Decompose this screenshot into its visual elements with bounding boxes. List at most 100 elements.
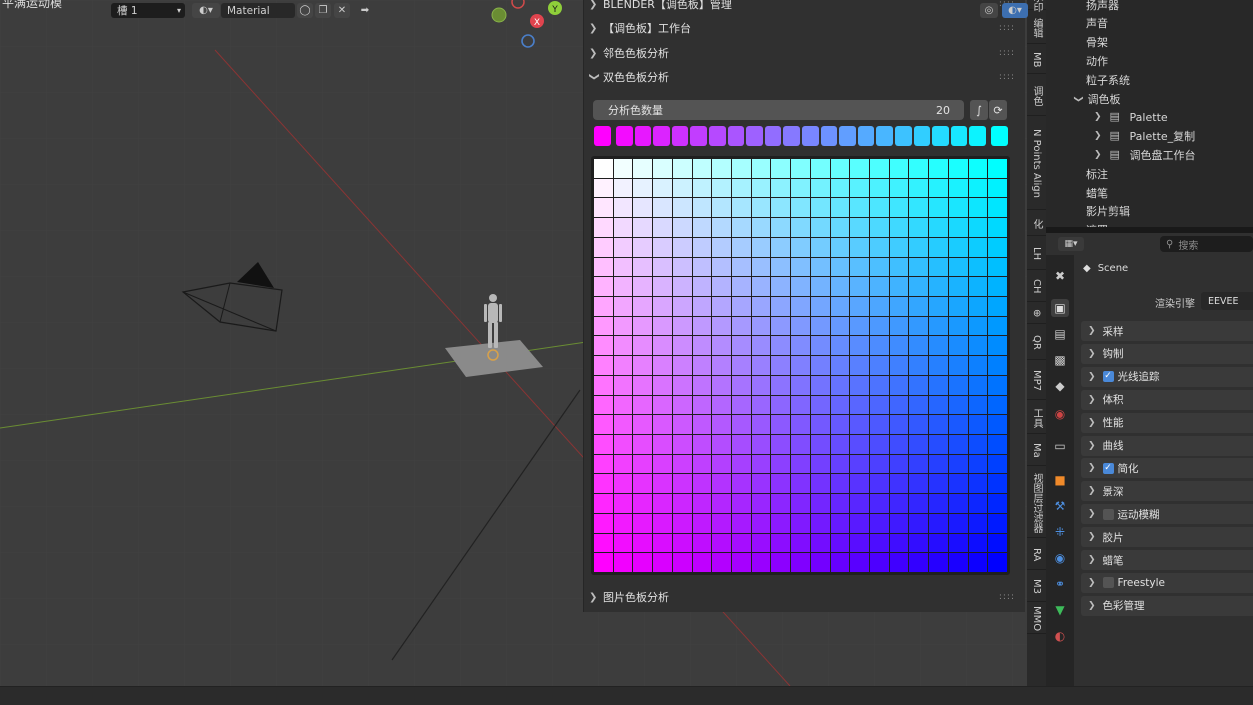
color-cell[interactable]: [791, 513, 810, 533]
gradient-swatch[interactable]: [801, 126, 819, 146]
color-cell[interactable]: [909, 454, 929, 474]
outliner-item[interactable]: 标注: [1086, 164, 1108, 183]
tool-icon[interactable]: ✖: [1051, 267, 1069, 285]
color-cell[interactable]: [968, 316, 988, 336]
color-cell[interactable]: [909, 316, 929, 336]
color-cell[interactable]: [948, 198, 968, 218]
color-cell[interactable]: [889, 178, 909, 198]
color-cell[interactable]: [889, 434, 909, 454]
color-cell[interactable]: [712, 454, 731, 474]
data-icon[interactable]: ▼: [1051, 601, 1069, 619]
color-cell[interactable]: [968, 237, 988, 257]
sidebar-tab[interactable]: 视图层过滤器: [1027, 468, 1046, 538]
color-cell[interactable]: [850, 178, 869, 198]
color-cell[interactable]: [653, 159, 672, 178]
color-cell[interactable]: [810, 356, 830, 375]
color-cell[interactable]: [909, 178, 929, 198]
color-cell[interactable]: [692, 237, 712, 257]
color-cell[interactable]: [988, 553, 1007, 572]
color-cell[interactable]: [731, 218, 751, 237]
sidebar-tab[interactable]: QR: [1027, 326, 1046, 360]
color-cell[interactable]: [731, 454, 751, 474]
color-cell[interactable]: [889, 198, 909, 218]
color-cell[interactable]: [633, 159, 653, 178]
color-cell[interactable]: [692, 553, 712, 572]
color-cell[interactable]: [968, 257, 988, 277]
color-cell[interactable]: [929, 159, 948, 178]
color-cell[interactable]: [929, 513, 948, 533]
color-cell[interactable]: [771, 237, 791, 257]
color-cell[interactable]: [850, 434, 869, 454]
color-cell[interactable]: [712, 494, 731, 513]
color-cell[interactable]: [810, 415, 830, 434]
color-cell[interactable]: [613, 434, 633, 454]
color-cell[interactable]: [988, 277, 1007, 296]
color-cell[interactable]: [988, 474, 1007, 494]
color-cell[interactable]: [731, 296, 751, 316]
color-cell[interactable]: [771, 277, 791, 296]
color-cell[interactable]: [988, 513, 1007, 533]
color-cell[interactable]: [909, 296, 929, 316]
color-cell[interactable]: [948, 494, 968, 513]
color-cell[interactable]: [948, 237, 968, 257]
color-cell[interactable]: [909, 218, 929, 237]
panel-image-palette[interactable]: ❯ 图片色板分析 ::::: [583, 586, 1025, 608]
color-cell[interactable]: [968, 494, 988, 513]
color-cell[interactable]: [653, 356, 672, 375]
color-cell[interactable]: [968, 533, 988, 553]
color-cell[interactable]: [929, 553, 948, 572]
color-cell[interactable]: [771, 257, 791, 277]
color-cell[interactable]: [672, 474, 692, 494]
color-cell[interactable]: [653, 218, 672, 237]
property-section[interactable]: ❯ 景深: [1081, 481, 1253, 502]
gradient-swatch[interactable]: [690, 126, 707, 146]
color-cell[interactable]: [672, 178, 692, 198]
color-cell[interactable]: [791, 218, 810, 237]
section-checkbox[interactable]: [1102, 508, 1114, 520]
collection-icon[interactable]: ▭: [1051, 437, 1069, 455]
color-cell[interactable]: [850, 415, 869, 434]
outliner-item[interactable]: 骨架: [1086, 33, 1108, 52]
color-cell[interactable]: [633, 553, 653, 572]
color-cell[interactable]: [731, 494, 751, 513]
color-cell[interactable]: [830, 296, 850, 316]
color-cell[interactable]: [791, 178, 810, 198]
color-cell[interactable]: [633, 434, 653, 454]
color-cell[interactable]: [751, 415, 771, 434]
color-cell[interactable]: [653, 375, 672, 395]
color-cell[interactable]: [850, 296, 869, 316]
material-icon[interactable]: ◐: [1051, 627, 1069, 645]
property-section[interactable]: ❯ 体积: [1081, 389, 1253, 410]
color-cell[interactable]: [653, 434, 672, 454]
color-cell[interactable]: [929, 356, 948, 375]
color-cell[interactable]: [948, 356, 968, 375]
color-cell[interactable]: [751, 296, 771, 316]
color-cell[interactable]: [751, 277, 771, 296]
color-cell[interactable]: [968, 553, 988, 572]
color-cell[interactable]: [771, 178, 791, 198]
color-cell[interactable]: [830, 257, 850, 277]
sidebar-tab[interactable]: LH: [1027, 238, 1046, 270]
color-cell[interactable]: [653, 494, 672, 513]
color-cell[interactable]: [653, 178, 672, 198]
color-cell[interactable]: [909, 395, 929, 415]
color-cell[interactable]: [751, 178, 771, 198]
color-cell[interactable]: [594, 474, 613, 494]
outliner-item[interactable]: 蜡笔: [1086, 183, 1108, 202]
color-cell[interactable]: [850, 316, 869, 336]
color-cell[interactable]: [771, 218, 791, 237]
outliner-item[interactable]: ❯ 调色板: [1073, 89, 1121, 108]
color-cell[interactable]: [791, 415, 810, 434]
color-cell[interactable]: [968, 296, 988, 316]
color-cell[interactable]: [594, 218, 613, 237]
outliner-item[interactable]: 扬声器: [1086, 0, 1119, 14]
color-cell[interactable]: [968, 159, 988, 178]
color-cell[interactable]: [948, 277, 968, 296]
color-cell[interactable]: [633, 198, 653, 218]
color-cell[interactable]: [751, 336, 771, 356]
color-cell[interactable]: [594, 257, 613, 277]
color-cell[interactable]: [672, 257, 692, 277]
sidebar-tab[interactable]: ⊕: [1027, 304, 1046, 324]
color-cell[interactable]: [692, 277, 712, 296]
color-cell[interactable]: [948, 553, 968, 572]
